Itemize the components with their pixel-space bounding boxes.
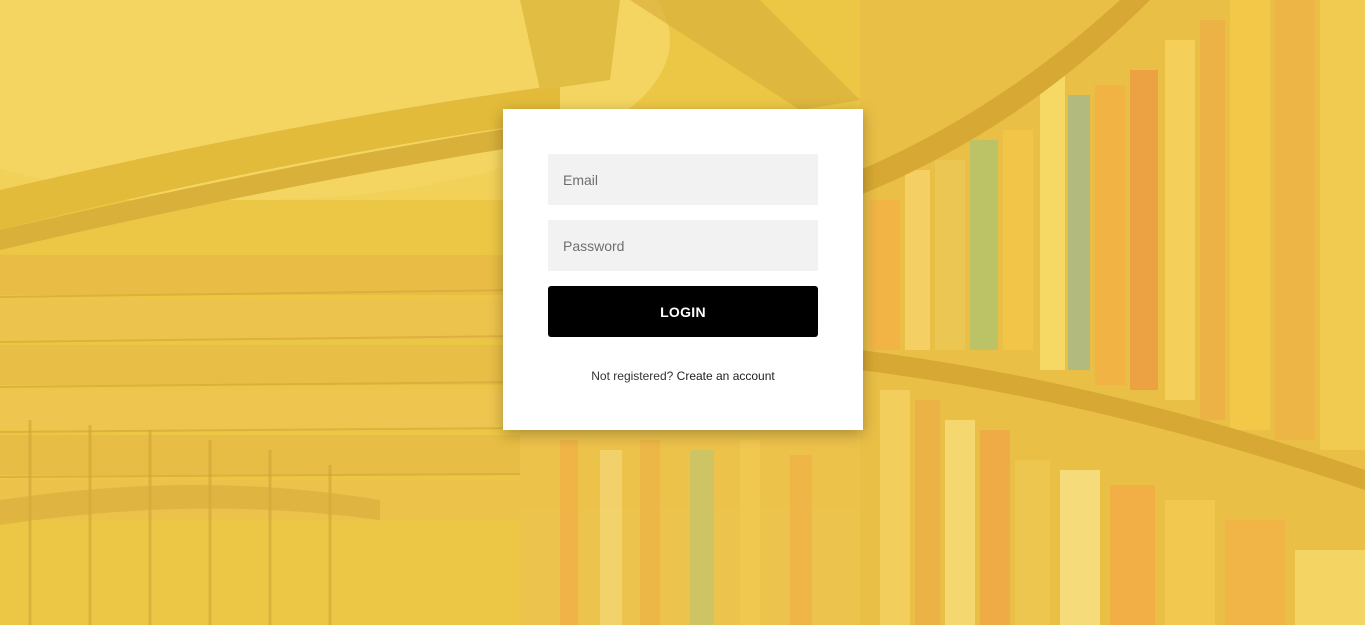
password-input[interactable] — [548, 220, 818, 271]
not-registered-text: Not registered? — [591, 369, 674, 383]
create-account-link[interactable]: Create an account — [677, 369, 775, 383]
login-button[interactable]: LOGIN — [548, 286, 818, 337]
login-card: LOGIN Not registered? Create an account — [503, 109, 863, 430]
email-input[interactable] — [548, 154, 818, 205]
register-message: Not registered? Create an account — [548, 369, 818, 383]
login-form: LOGIN Not registered? Create an account — [548, 154, 818, 383]
